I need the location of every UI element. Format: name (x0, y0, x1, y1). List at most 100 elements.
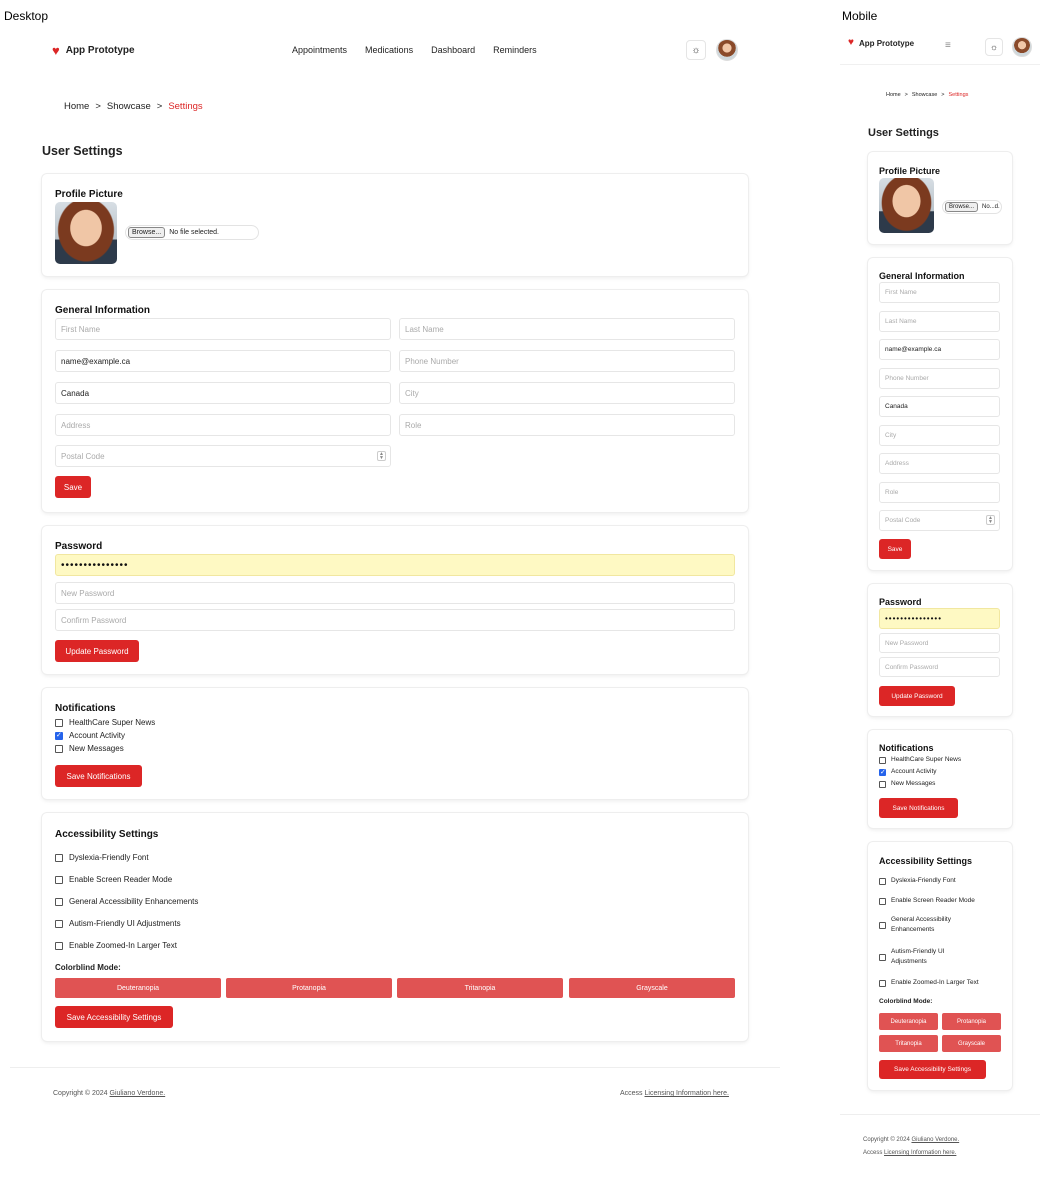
breadcrumb-home[interactable]: Home (64, 101, 89, 112)
file-input[interactable]: Browse... No file selected. (125, 225, 259, 240)
last-name-field[interactable]: Last Name (879, 311, 1000, 332)
new-password-field[interactable]: New Password (879, 633, 1000, 653)
checkbox[interactable] (55, 920, 63, 928)
email-field[interactable]: name@example.ca (879, 339, 1000, 360)
breadcrumb-showcase[interactable]: Showcase (912, 92, 937, 98)
general-info-card: General Information First Name Last Name… (42, 290, 748, 512)
accessibility-option[interactable]: Enable Zoomed-In Larger Text (55, 941, 177, 950)
author-link[interactable]: Giuliano Verdone. (911, 1137, 959, 1143)
save-accessibility-button[interactable]: Save Accessibility Settings (55, 1006, 173, 1028)
licensing-link[interactable]: Licensing Information here. (645, 1090, 729, 1097)
email-field[interactable]: name@example.ca (55, 350, 391, 372)
notification-option[interactable]: Account Activity (879, 768, 937, 776)
brand[interactable]: ♥ App Prototype (848, 38, 914, 48)
current-password-field[interactable]: ••••••••••••••• (879, 608, 1000, 629)
checkbox[interactable] (879, 781, 886, 788)
accessibility-option[interactable]: Dyslexia-Friendly Font (55, 853, 149, 862)
confirm-password-field[interactable]: Confirm Password (55, 609, 735, 631)
checkbox[interactable] (879, 757, 886, 764)
accessibility-option[interactable]: Enable Screen Reader Mode (55, 875, 172, 884)
checkbox-checked[interactable] (55, 731, 63, 740)
current-password-field[interactable]: ••••••••••••••• (55, 554, 735, 576)
save-button[interactable]: Save (879, 539, 911, 559)
brand[interactable]: ♥ App Prototype (52, 44, 135, 57)
checkbox[interactable] (879, 980, 886, 987)
deuteranopia-button[interactable]: Deuteranopia (55, 978, 221, 998)
notification-option[interactable]: New Messages (55, 744, 124, 753)
checkbox[interactable] (879, 898, 886, 905)
save-notifications-button[interactable]: Save Notifications (879, 798, 958, 818)
save-accessibility-button[interactable]: Save Accessibility Settings (879, 1060, 986, 1079)
accessibility-option[interactable]: Dyslexia-Friendly Font (879, 877, 956, 885)
first-name-field[interactable]: First Name (55, 318, 391, 340)
notification-option[interactable]: HealthCare Super News (55, 718, 155, 727)
notification-option[interactable]: HealthCare Super News (879, 756, 961, 764)
country-field[interactable]: Canada (55, 382, 391, 404)
breadcrumb-home[interactable]: Home (886, 92, 901, 98)
grayscale-button[interactable]: Grayscale (569, 978, 735, 998)
city-field[interactable]: City (399, 382, 735, 404)
licensing-link[interactable]: Licensing Information here. (884, 1150, 956, 1156)
phone-field[interactable]: Phone Number (879, 368, 1000, 389)
first-name-field[interactable]: First Name (879, 282, 1000, 303)
checkbox[interactable] (55, 898, 63, 906)
protanopia-button[interactable]: Protanopia (942, 1013, 1001, 1030)
nav-link-dashboard[interactable]: Dashboard (431, 45, 475, 55)
checkbox[interactable] (55, 719, 63, 727)
accessibility-option[interactable]: General Accessibility Enhancements (55, 897, 198, 906)
checkbox[interactable] (879, 954, 886, 962)
sun-icon[interactable]: ☼ (686, 40, 706, 60)
save-button[interactable]: Save (55, 476, 91, 498)
checkbox[interactable] (55, 745, 63, 753)
deuteranopia-button[interactable]: Deuteranopia (879, 1013, 938, 1030)
country-field[interactable]: Canada (879, 396, 1000, 417)
checkbox-checked[interactable] (879, 768, 886, 776)
checkbox[interactable] (55, 854, 63, 862)
accessibility-option[interactable]: Enable Screen Reader Mode (879, 897, 975, 905)
sun-icon[interactable]: ☼ (985, 38, 1003, 56)
breadcrumb-showcase[interactable]: Showcase (107, 101, 151, 112)
postal-code-field[interactable]: Postal Code ▲ ▼ (879, 510, 1000, 531)
city-field[interactable]: City (879, 425, 1000, 446)
file-input[interactable]: Browse... No...d. (942, 200, 1002, 214)
update-password-button[interactable]: Update Password (879, 686, 955, 706)
protanopia-button[interactable]: Protanopia (226, 978, 392, 998)
avatar[interactable] (716, 39, 738, 61)
update-password-button[interactable]: Update Password (55, 640, 139, 662)
tritanopia-button[interactable]: Tritanopia (879, 1035, 938, 1052)
notification-option[interactable]: New Messages (879, 780, 935, 788)
accessibility-option[interactable]: Enable Zoomed-In Larger Text (879, 979, 979, 987)
address-field[interactable]: Address (879, 453, 1000, 474)
checkbox[interactable] (55, 942, 63, 950)
accessibility-option[interactable]: Autism-Friendly UI Adjustments (879, 947, 944, 968)
avatar[interactable] (1012, 37, 1032, 57)
nav-link-appointments[interactable]: Appointments (292, 45, 347, 55)
accessibility-option[interactable]: Autism-Friendly UI Adjustments (55, 919, 181, 928)
save-notifications-button[interactable]: Save Notifications (55, 765, 142, 787)
postal-code-field[interactable]: Postal Code ▲ ▼ (55, 445, 391, 467)
notification-option[interactable]: Account Activity (55, 731, 125, 740)
checkbox[interactable] (55, 876, 63, 884)
role-field[interactable]: Role (399, 414, 735, 436)
tritanopia-button[interactable]: Tritanopia (397, 978, 563, 998)
checkbox[interactable] (879, 922, 886, 930)
stepper-icon[interactable]: ▲ ▼ (986, 515, 995, 525)
nav-link-reminders[interactable]: Reminders (493, 45, 537, 55)
nav-link-medications[interactable]: Medications (365, 45, 413, 55)
stepper-icon[interactable]: ▲ ▼ (377, 451, 386, 461)
author-link[interactable]: Giuliano Verdone. (110, 1090, 166, 1097)
accessibility-option[interactable]: General Accessibility Enhancements (879, 915, 951, 936)
checkbox[interactable] (879, 878, 886, 885)
navbar: ♥ App Prototype Appointments Medications… (52, 36, 742, 64)
confirm-password-field[interactable]: Confirm Password (879, 657, 1000, 677)
hamburger-icon[interactable]: ≡ (945, 40, 951, 51)
last-name-field[interactable]: Last Name (399, 318, 735, 340)
grayscale-button[interactable]: Grayscale (942, 1035, 1001, 1052)
new-password-field[interactable]: New Password (55, 582, 735, 604)
browse-button[interactable]: Browse... (128, 227, 166, 238)
browse-button[interactable]: Browse... (945, 202, 979, 212)
notification-label: Account Activity (69, 731, 126, 740)
address-field[interactable]: Address (55, 414, 391, 436)
phone-field[interactable]: Phone Number (399, 350, 735, 372)
role-field[interactable]: Role (879, 482, 1000, 503)
